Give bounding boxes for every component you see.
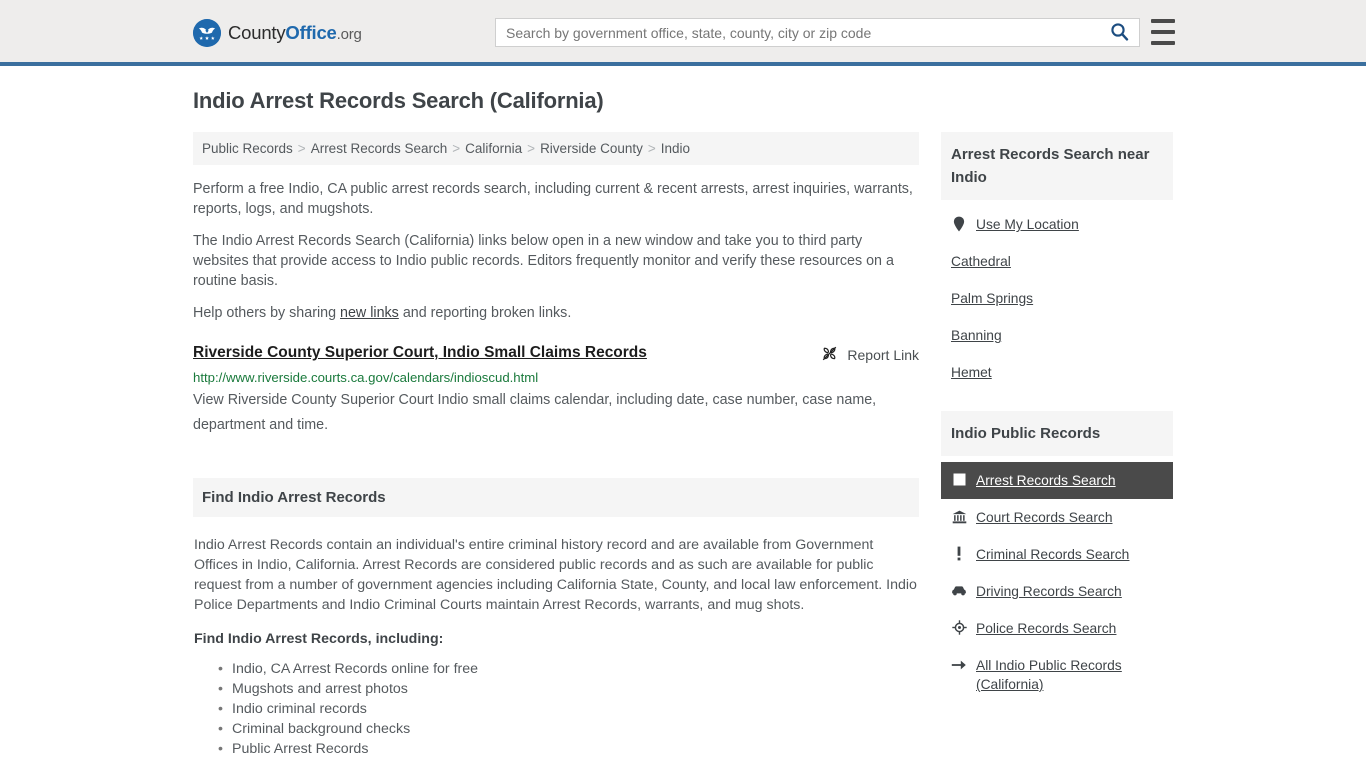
site-header: CountyOffice.org bbox=[0, 0, 1366, 66]
list-item: Criminal background checks bbox=[218, 719, 918, 739]
search-input[interactable] bbox=[496, 19, 1099, 46]
report-link-button[interactable]: Report Link bbox=[821, 343, 919, 365]
new-links-link[interactable]: new links bbox=[340, 305, 399, 321]
report-link-label: Report Link bbox=[847, 347, 919, 363]
nearby-searches-list: Use My Location Cathedral Palm Springs B… bbox=[941, 200, 1173, 391]
content-container: Indio Arrest Records Search (California)… bbox=[193, 66, 1173, 759]
nearby-searches-heading: Arrest Records Search near Indio bbox=[941, 132, 1173, 200]
result-title-link[interactable]: Riverside County Superior Court, Indio S… bbox=[193, 343, 647, 363]
menu-bar-1 bbox=[1151, 19, 1175, 23]
breadcrumb-separator: > bbox=[647, 141, 656, 156]
intro-paragraph-1: Perform a free Indio, CA public arrest r… bbox=[193, 181, 913, 217]
breadcrumb-separator: > bbox=[527, 141, 536, 156]
sidebar-item-label: Banning bbox=[951, 328, 1002, 343]
broken-link-icon bbox=[821, 345, 838, 365]
breadcrumb: Public Records > Arrest Records Search > Cal… bbox=[193, 132, 919, 165]
sidebar-item-label: Cathedral bbox=[951, 254, 1011, 269]
sidebar-item-label: Palm Springs bbox=[951, 291, 1034, 306]
site-logo-link[interactable]: CountyOffice.org bbox=[193, 19, 362, 47]
courthouse-icon bbox=[951, 508, 967, 525]
sidebar-item-banning[interactable]: Banning bbox=[941, 317, 1173, 354]
list-item: Public Arrest Records bbox=[218, 739, 918, 759]
search-submit-button[interactable] bbox=[1099, 19, 1139, 46]
car-icon bbox=[951, 582, 967, 599]
sidebar-item-label: Criminal Records Search bbox=[976, 547, 1130, 562]
sidebar-item-label: Arrest Records Search bbox=[976, 473, 1116, 488]
intro-paragraph-3: Help others by sharing new links and rep… bbox=[193, 303, 919, 323]
intro-text: Perform a free Indio, CA public arrest r… bbox=[193, 179, 919, 323]
breadcrumb-item-public-records[interactable]: Public Records bbox=[202, 141, 293, 156]
fingerprint-card-icon bbox=[951, 471, 967, 488]
sidebar-item-palm-springs[interactable]: Palm Springs bbox=[941, 280, 1173, 317]
main-column: Public Records > Arrest Records Search > Cal… bbox=[193, 132, 919, 759]
result-description: View Riverside County Superior Court Ind… bbox=[193, 392, 877, 433]
sidebar-item-label: Court Records Search bbox=[976, 510, 1113, 525]
sidebar-item-driving-records-search[interactable]: Driving Records Search bbox=[941, 573, 1173, 610]
menu-bar-2 bbox=[1151, 30, 1175, 34]
find-records-bullet-list: Indio, CA Arrest Records online for free… bbox=[194, 659, 918, 759]
sidebar-item-police-records-search[interactable]: Police Records Search bbox=[941, 610, 1173, 647]
two-column-layout: Public Records > Arrest Records Search > Cal… bbox=[193, 132, 1173, 759]
sidebar-item-court-records-search[interactable]: Court Records Search bbox=[941, 499, 1173, 536]
breadcrumb-item-riverside-county[interactable]: Riverside County bbox=[540, 141, 643, 156]
public-records-list: Arrest Records Search Court Records Sear… bbox=[941, 456, 1173, 703]
sidebar-item-label: Use My Location bbox=[976, 217, 1079, 232]
site-search-form bbox=[495, 18, 1140, 47]
sidebar-item-arrest-records-search[interactable]: Arrest Records Search bbox=[941, 462, 1173, 499]
find-records-subheading: Find Indio Arrest Records, including: bbox=[194, 631, 444, 647]
brand-part-two: Office bbox=[285, 21, 337, 43]
brand-part-three: .org bbox=[336, 25, 362, 43]
result-item: Riverside County Superior Court, Indio S… bbox=[193, 343, 919, 438]
eagle-stars-logo-icon bbox=[193, 19, 221, 47]
map-pin-icon bbox=[951, 215, 967, 232]
sidebar-item-use-my-location[interactable]: Use My Location bbox=[941, 206, 1173, 243]
site-logo-text: CountyOffice.org bbox=[228, 21, 362, 43]
list-item: Indio, CA Arrest Records online for free bbox=[218, 659, 918, 679]
police-badge-icon bbox=[951, 619, 967, 636]
sidebar-item-label: Driving Records Search bbox=[976, 584, 1122, 599]
result-header-row: Riverside County Superior Court, Indio S… bbox=[193, 343, 919, 365]
brand-part-one: County bbox=[228, 21, 286, 43]
search-icon bbox=[1110, 22, 1129, 44]
sidebar-item-all-public-records[interactable]: All Indio Public Records (California) bbox=[941, 647, 1173, 703]
sidebar-item-hemet[interactable]: Hemet bbox=[941, 354, 1173, 391]
list-item: Mugshots and arrest photos bbox=[218, 679, 918, 699]
breadcrumb-separator: > bbox=[297, 141, 306, 156]
sidebar-item-criminal-records-search[interactable]: Criminal Records Search bbox=[941, 536, 1173, 573]
arrow-right-icon bbox=[951, 656, 967, 673]
sidebar-item-label: Hemet bbox=[951, 365, 992, 380]
breadcrumb-item-arrest-records-search[interactable]: Arrest Records Search bbox=[311, 141, 448, 156]
menu-bar-3 bbox=[1151, 41, 1175, 45]
public-records-heading: Indio Public Records bbox=[941, 411, 1173, 456]
page-title: Indio Arrest Records Search (California) bbox=[193, 88, 604, 113]
sidebar: Arrest Records Search near Indio Use My … bbox=[941, 132, 1173, 723]
sidebar-item-cathedral[interactable]: Cathedral bbox=[941, 243, 1173, 280]
nearby-searches-box: Arrest Records Search near Indio Use My … bbox=[941, 132, 1173, 391]
breadcrumb-item-california[interactable]: California bbox=[465, 141, 522, 156]
share-text-after: and reporting broken links. bbox=[398, 305, 572, 321]
exclamation-icon bbox=[951, 545, 967, 562]
breadcrumb-separator: > bbox=[452, 141, 461, 156]
sidebar-item-label: Police Records Search bbox=[976, 621, 1117, 636]
hamburger-menu-icon[interactable] bbox=[1151, 19, 1175, 45]
share-text-before: Help others by sharing bbox=[193, 305, 341, 321]
sidebar-item-label: All Indio Public Records (California) bbox=[976, 658, 1122, 692]
page-body: Indio Arrest Records Search (California)… bbox=[0, 66, 1366, 759]
find-records-body: Indio Arrest Records contain an individu… bbox=[193, 517, 919, 759]
public-records-box: Indio Public Records Arrest Records Sear… bbox=[941, 411, 1173, 703]
list-item: Indio criminal records bbox=[218, 699, 918, 719]
breadcrumb-item-indio[interactable]: Indio bbox=[661, 141, 690, 156]
find-records-heading: Find Indio Arrest Records bbox=[193, 478, 919, 517]
result-url-link[interactable]: http://www.riverside.courts.ca.gov/calen… bbox=[193, 369, 919, 386]
intro-paragraph-2: The Indio Arrest Records Search (Califor… bbox=[193, 233, 894, 289]
find-records-paragraph: Indio Arrest Records contain an individu… bbox=[194, 537, 917, 613]
find-records-panel: Find Indio Arrest Records Indio Arrest R… bbox=[193, 478, 919, 759]
